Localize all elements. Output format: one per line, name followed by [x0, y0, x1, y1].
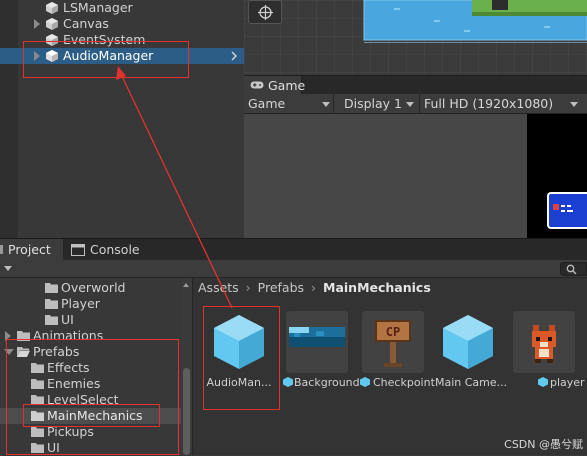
folder-icon — [45, 298, 58, 309]
svg-text:CP: CP — [386, 325, 400, 339]
folder-icon — [45, 314, 58, 325]
scene-grid — [244, 0, 587, 75]
annotation-box-mainmechanics — [23, 404, 160, 427]
asset-tile-checkpoint[interactable]: CP — [362, 311, 424, 373]
asset-label: player — [550, 376, 585, 389]
game-mode-dropdown[interactable]: Game — [244, 94, 334, 114]
folder-item-label: Player — [61, 296, 100, 311]
game-ui-panel-art — [553, 204, 573, 212]
prefab-badge-icon — [360, 377, 370, 387]
project-toolbar — [0, 260, 587, 278]
prefab-badge-icon — [538, 377, 548, 387]
breadcrumb-prefabs[interactable]: Prefabs — [258, 280, 304, 295]
search-icon — [566, 264, 577, 275]
game-ui-panel — [547, 192, 587, 229]
tab-game[interactable]: Game — [244, 76, 306, 95]
hierarchy-item-canvas[interactable]: Canvas — [0, 16, 244, 32]
asset-label: Main Came... — [435, 376, 508, 389]
watermark: CSDN @愚兮赋 — [504, 438, 583, 451]
expand-arrow-icon[interactable] — [34, 19, 40, 29]
folder-icon — [0, 245, 3, 254]
gameobject-cube-icon — [45, 1, 59, 15]
create-dropdown-icon[interactable] — [4, 266, 12, 271]
move-tool-icon — [258, 5, 273, 20]
prefab-cube-icon — [441, 313, 495, 371]
tab-project-label: Project — [8, 242, 51, 257]
asset-tile-main-camera[interactable] — [437, 311, 499, 373]
scrollbar-thumb[interactable] — [183, 368, 190, 455]
breadcrumb-mainmechanics[interactable]: MainMechanics — [323, 280, 431, 295]
folder-item-label: Overworld — [61, 280, 126, 295]
folder-item-ui[interactable]: UI — [0, 312, 192, 328]
background-thumbnail — [289, 327, 345, 347]
game-mode-value: Game — [248, 96, 286, 111]
bottom-tab-bar: Project Console — [0, 238, 587, 261]
scene-gizmo-button[interactable] — [248, 0, 282, 24]
scene-view[interactable] — [244, 0, 587, 75]
tab-game-label: Game — [268, 78, 306, 93]
search-input[interactable] — [560, 262, 587, 276]
console-icon — [71, 244, 85, 256]
chevron-right-icon: › — [311, 280, 317, 295]
prefab-badge-icon — [283, 377, 293, 387]
tab-console-label: Console — [90, 242, 140, 257]
resolution-dropdown[interactable]: Full HD (1920x1080) — [420, 94, 587, 114]
game-toolbar: Game Display 1 Full HD (1920x1080) — [244, 94, 587, 114]
chevron-down-icon — [322, 102, 330, 107]
display-value: Display 1 — [344, 96, 403, 111]
hierarchy-item-label: Canvas — [63, 16, 109, 31]
gamepad-icon — [250, 80, 264, 90]
hierarchy-item-label: LSManager — [63, 0, 133, 15]
breadcrumb: Assets › Prefabs › MainMechanics — [198, 280, 431, 296]
asset-tile-background[interactable] — [286, 311, 348, 373]
resolution-value: Full HD (1920x1080) — [424, 96, 554, 111]
folder-item-label: UI — [61, 312, 74, 327]
chevron-down-icon — [570, 102, 578, 107]
folder-item-player[interactable]: Player — [0, 296, 192, 312]
chevron-right-icon: › — [245, 280, 251, 295]
game-tab-bar: Game — [244, 75, 587, 95]
hierarchy-item-lsmanager[interactable]: LSManager — [0, 0, 244, 16]
display-dropdown[interactable]: Display 1 — [334, 94, 420, 114]
fox-sprite-thumbnail — [532, 325, 556, 363]
annotation-box-audiomanager — [23, 41, 189, 78]
asset-tile-player[interactable] — [513, 311, 575, 373]
chevron-right-icon[interactable] — [230, 51, 238, 61]
game-render-area — [527, 114, 587, 238]
breadcrumb-assets[interactable]: Assets — [198, 280, 239, 295]
tree-scrollbar[interactable] — [181, 278, 192, 455]
checkpoint-sign-thumbnail: CP — [375, 320, 411, 367]
game-view[interactable] — [244, 114, 587, 238]
asset-label: Background — [294, 376, 360, 389]
chevron-down-icon — [406, 102, 414, 107]
tab-project[interactable]: Project — [0, 239, 63, 261]
annotation-box-audiomanager-asset — [203, 306, 280, 410]
folder-icon — [45, 282, 58, 293]
tab-console[interactable]: Console — [63, 239, 153, 261]
hierarchy-panel: LSManager Canvas EventSystem AudioManage… — [0, 0, 244, 238]
folder-item-overworld[interactable]: Overworld — [0, 280, 192, 296]
gameobject-cube-icon — [45, 17, 59, 31]
annotation-box-prefabs — [6, 339, 179, 455]
scroll-up-icon[interactable] — [183, 283, 189, 287]
asset-label: Checkpoint — [373, 376, 435, 389]
